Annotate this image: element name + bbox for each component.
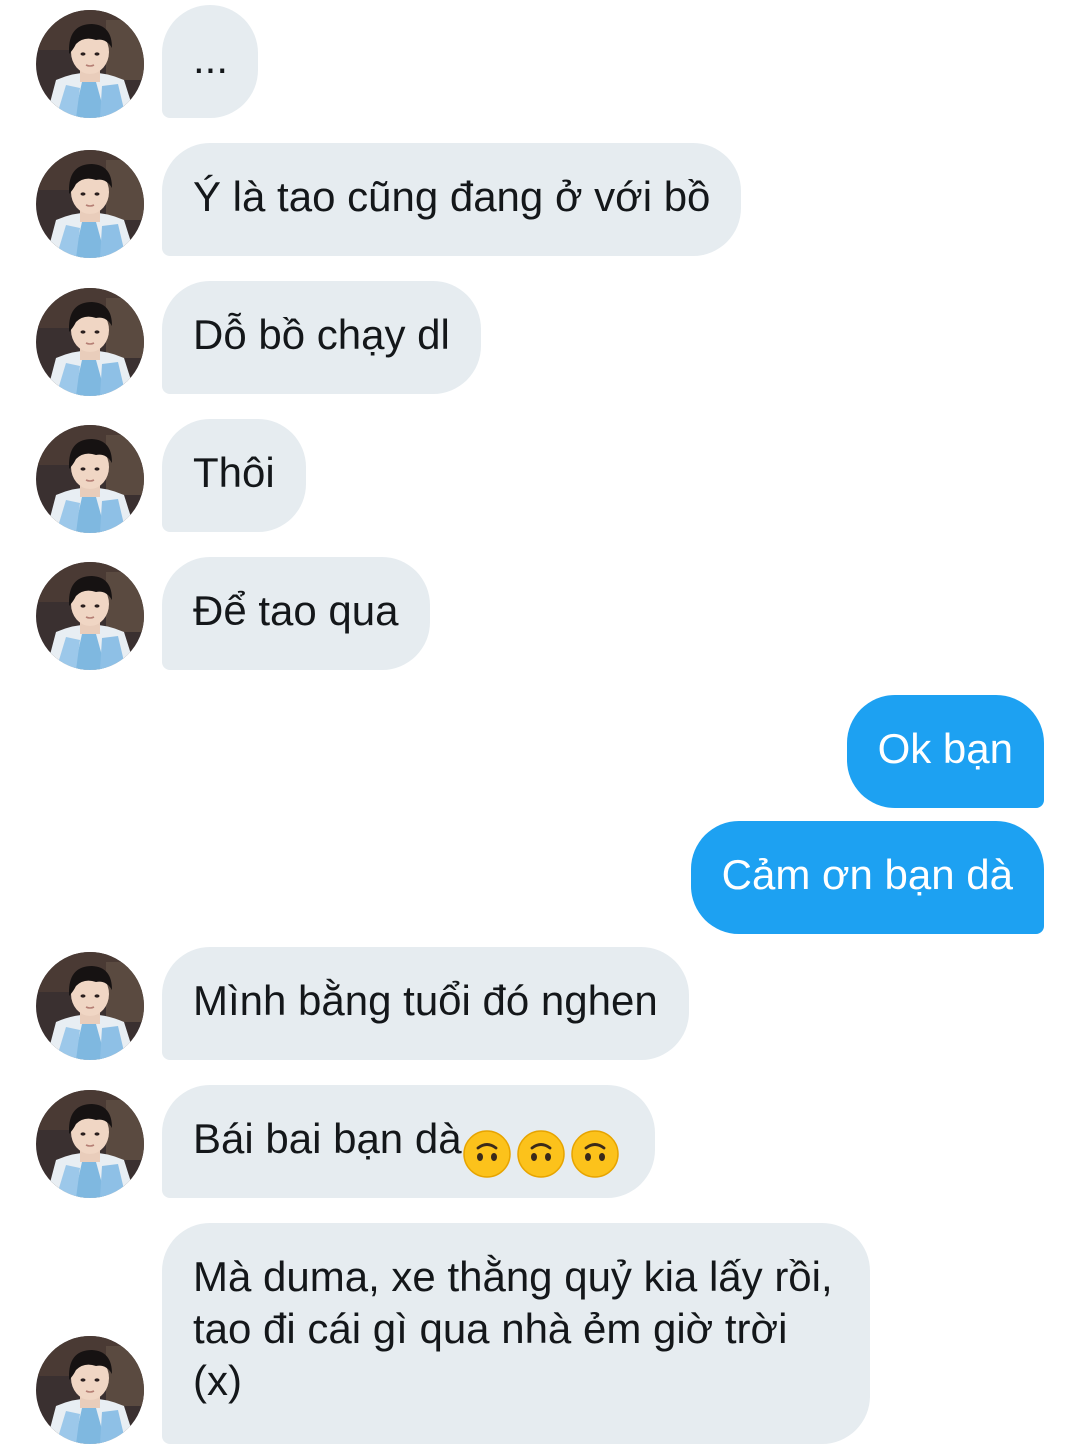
message-bubble-incoming[interactable]: Dỗ bồ chạy dl bbox=[162, 281, 481, 394]
contact-avatar[interactable] bbox=[36, 952, 144, 1060]
contact-avatar[interactable] bbox=[36, 150, 144, 258]
message-bubble-incoming[interactable]: Bái bai bạn dà bbox=[162, 1085, 655, 1198]
message-text: Mà duma, xe thằng quỷ kia lấy rồi, tao đ… bbox=[193, 1253, 833, 1404]
upside-down-face-emoji bbox=[462, 1129, 512, 1179]
message-bubble-incoming[interactable]: Để tao qua bbox=[162, 557, 430, 670]
message-bubble-incoming[interactable]: ... bbox=[162, 5, 258, 118]
message-bubble-incoming[interactable]: Ý là tao cũng đang ở với bồ bbox=[162, 143, 742, 256]
contact-avatar[interactable] bbox=[36, 288, 144, 396]
message-text: Thôi bbox=[193, 449, 275, 496]
message-bubble-outgoing[interactable]: Ok bạn bbox=[846, 695, 1044, 808]
contact-avatar[interactable] bbox=[36, 562, 144, 670]
emoji-group bbox=[462, 1125, 624, 1179]
avatar-image bbox=[36, 562, 144, 670]
message-text: Mình bằng tuổi đó nghen bbox=[193, 977, 658, 1024]
contact-avatar[interactable] bbox=[36, 10, 144, 118]
message-text: Bái bai bạn dà bbox=[193, 1115, 462, 1162]
avatar-image bbox=[36, 150, 144, 258]
message-bubble-outgoing[interactable]: Cảm ơn bạn dà bbox=[690, 821, 1044, 934]
avatar-image bbox=[36, 1090, 144, 1198]
upside-down-face-emoji bbox=[516, 1129, 566, 1179]
avatar-image bbox=[36, 10, 144, 118]
message-text: Cảm ơn bạn dà bbox=[721, 851, 1013, 898]
message-bubble-incoming[interactable]: Mà duma, xe thằng quỷ kia lấy rồi, tao đ… bbox=[162, 1223, 870, 1444]
message-text: Ý là tao cũng đang ở với bồ bbox=[193, 173, 711, 220]
avatar-image bbox=[36, 425, 144, 533]
message-text: Để tao qua bbox=[193, 587, 399, 634]
message-text: Ok bạn bbox=[877, 725, 1013, 772]
contact-avatar[interactable] bbox=[36, 425, 144, 533]
avatar-image bbox=[36, 952, 144, 1060]
contact-avatar[interactable] bbox=[36, 1090, 144, 1198]
message-text: ... bbox=[193, 35, 229, 82]
contact-avatar[interactable] bbox=[36, 1336, 144, 1444]
avatar-image bbox=[36, 288, 144, 396]
upside-down-face-emoji bbox=[570, 1129, 620, 1179]
message-bubble-incoming[interactable]: Thôi bbox=[162, 419, 306, 532]
avatar-image bbox=[36, 1336, 144, 1444]
message-text: Dỗ bồ chạy dl bbox=[193, 311, 450, 358]
message-bubble-incoming[interactable]: Mình bằng tuổi đó nghen bbox=[162, 947, 689, 1060]
